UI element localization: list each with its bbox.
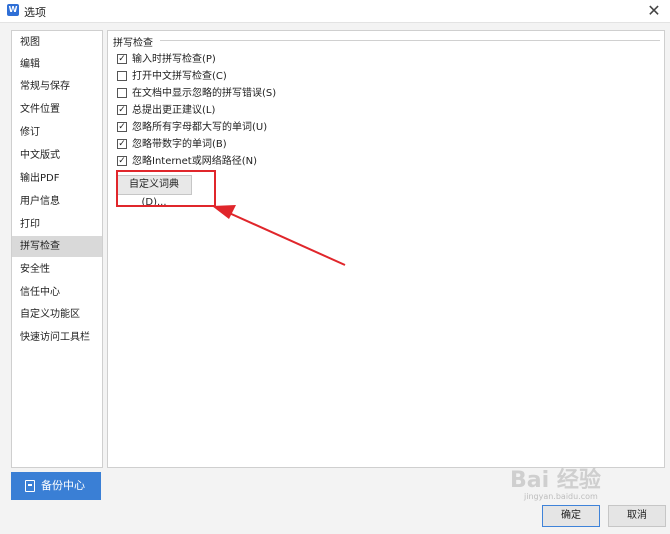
arrow-head bbox=[212, 205, 236, 219]
annotation-arrow bbox=[212, 205, 346, 266]
ok-button[interactable]: 确定 bbox=[542, 505, 600, 527]
cancel-button[interactable]: 取消 bbox=[608, 505, 666, 527]
backup-label: 备份中心 bbox=[41, 479, 85, 492]
arrow-shaft bbox=[217, 207, 346, 266]
backup-center-button[interactable]: 备份中心 bbox=[11, 472, 101, 500]
backup-icon bbox=[25, 480, 35, 492]
